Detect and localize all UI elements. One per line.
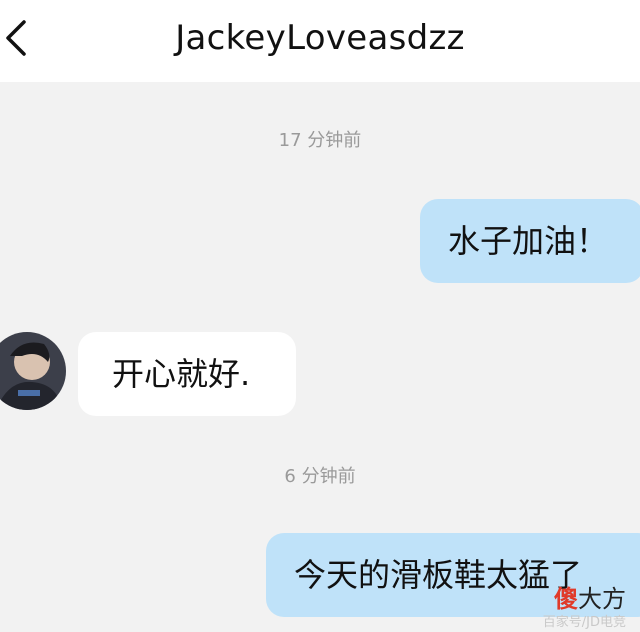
watermark-small: 百家号/JD电竞 — [542, 615, 626, 630]
watermark: 傻大方 — [554, 579, 626, 614]
chat-title: JackeyLoveasdzz — [175, 18, 465, 58]
incoming-message[interactable]: 开心就好. — [78, 332, 296, 416]
outgoing-message[interactable]: 水子加油！ — [420, 199, 640, 283]
chat-header: JackeyLoveasdzz — [0, 0, 640, 82]
timestamp: 17 分钟前 — [278, 130, 362, 151]
timestamp: 6 分钟前 — [284, 466, 356, 487]
watermark-text: 大方 — [578, 585, 626, 613]
watermark-char: 傻 — [554, 585, 578, 613]
contact-avatar[interactable] — [0, 332, 66, 410]
